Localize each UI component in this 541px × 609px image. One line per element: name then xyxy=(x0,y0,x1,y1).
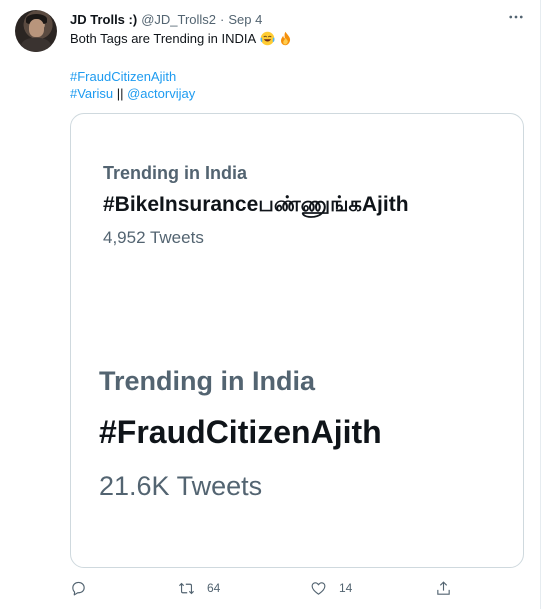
attached-image[interactable]: Trending in India #BikeInsuranceபண்ணுங்க… xyxy=(70,113,524,568)
share-button[interactable] xyxy=(435,577,452,599)
reply-icon xyxy=(72,581,85,595)
tweet-text: Both Tags are Trending in INDIA xyxy=(70,31,293,46)
heart-icon xyxy=(311,581,326,595)
handle[interactable]: @JD_Trolls2 xyxy=(141,12,216,27)
laughing-tears-emoji xyxy=(260,31,275,46)
hashtag-separator: || xyxy=(113,86,128,101)
fire-emoji xyxy=(281,31,291,46)
trend-1-count: 4,952 Tweets xyxy=(103,228,204,247)
retweet-count: 64 xyxy=(207,581,221,595)
separator-dot: · xyxy=(220,11,225,27)
like-button[interactable]: 14 xyxy=(310,577,352,599)
retweet-button[interactable]: 64 xyxy=(178,577,220,599)
hashtag-varisu[interactable]: #Varisu xyxy=(70,86,113,101)
avatar[interactable] xyxy=(15,10,57,52)
tweet-actions: 64 14 xyxy=(70,577,470,599)
trend-2-title: Trending in India xyxy=(99,366,315,396)
trend-1-tag: #BikeInsuranceபண்ணுங்கAjith xyxy=(103,193,409,216)
more-options-icon[interactable] xyxy=(506,8,526,28)
avatar-face xyxy=(29,19,44,37)
trend-2-tag: #FraudCitizenAjith xyxy=(99,414,382,450)
trend-1-title: Trending in India xyxy=(103,163,247,183)
share-icon xyxy=(437,580,450,595)
hashtag-fraudcitizenajith[interactable]: #FraudCitizenAjith xyxy=(70,69,176,84)
like-count: 14 xyxy=(339,581,353,595)
display-name[interactable]: JD Trolls :) xyxy=(70,12,137,27)
trend-2-count: 21.6K Tweets xyxy=(99,471,263,501)
retweet-icon xyxy=(179,582,194,594)
avatar-body xyxy=(21,38,51,52)
tweet-hashtags: #FraudCitizenAjith #Varisu || @actorvija… xyxy=(70,68,195,102)
reply-button[interactable] xyxy=(70,577,99,599)
mention-actorvijay[interactable]: @actorvijay xyxy=(127,86,195,101)
tweet-date[interactable]: Sep 4 xyxy=(228,12,262,27)
tweet-header: JD Trolls :) @JD_Trolls2 · Sep 4 xyxy=(70,10,262,28)
tweet: JD Trolls :) @JD_Trolls2 · Sep 4 Both Ta… xyxy=(0,0,541,609)
tweet-text-content: Both Tags are Trending in INDIA xyxy=(70,31,257,46)
